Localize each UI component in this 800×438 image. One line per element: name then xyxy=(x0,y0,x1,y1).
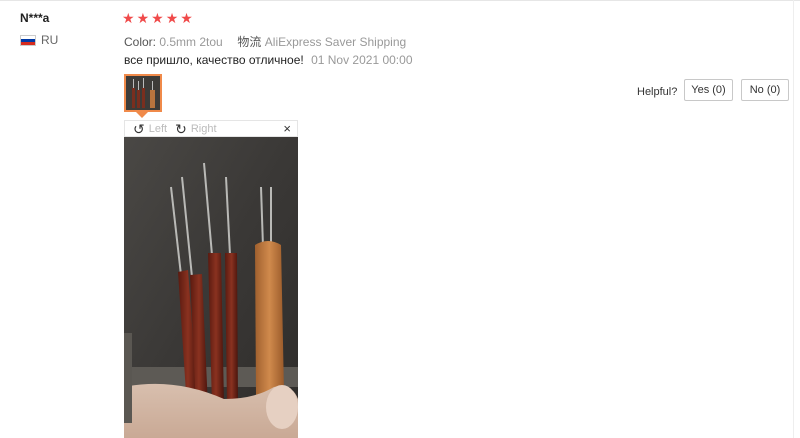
star-rating: ★ ★ ★ ★ ★ xyxy=(122,10,193,26)
reviewer-country: RU xyxy=(20,33,58,47)
helpful-no-button[interactable]: No (0) xyxy=(741,79,789,101)
rotate-left-icon: ↺ xyxy=(133,120,145,137)
crochet-hooks-photo xyxy=(124,137,298,438)
review-photo-thumbnail[interactable] xyxy=(124,74,162,112)
review-attributes: Color: 0.5mm 2tou 物流 AliExpress Saver Sh… xyxy=(124,33,406,50)
review-photo-large xyxy=(124,137,298,438)
star-icon: ★ xyxy=(151,10,164,26)
close-icon[interactable]: × xyxy=(283,121,291,136)
thumbnail-image xyxy=(126,76,160,110)
review-date: 01 Nov 2021 00:00 xyxy=(311,53,413,67)
country-code: RU xyxy=(41,33,59,47)
shipping-attr-value: AliExpress Saver Shipping xyxy=(264,35,407,49)
rotate-right-button[interactable]: ↻ Right xyxy=(175,122,216,136)
review-feedback: все пришло, качество отличное! 01 Nov 20… xyxy=(124,53,413,67)
star-icon: ★ xyxy=(122,10,135,26)
star-icon: ★ xyxy=(165,10,179,26)
rotate-left-label: Left xyxy=(148,122,168,135)
color-attr-label: Color: xyxy=(124,35,157,49)
rotate-right-label: Right xyxy=(190,122,217,135)
color-attr-value: 0.5mm 2tou xyxy=(159,35,223,49)
helpful-yes-button[interactable]: Yes (0) xyxy=(684,79,733,101)
rotate-left-button[interactable]: ↺ Left xyxy=(133,122,167,136)
reviewer-name: N***a xyxy=(20,11,50,25)
shipping-attr-label: 物流 xyxy=(237,35,262,49)
flag-icon xyxy=(20,34,36,46)
helpful-label: Helpful? xyxy=(637,86,678,98)
photo-viewer-toolbar: ↺ Left ↻ Right × xyxy=(124,120,298,137)
top-divider xyxy=(0,0,800,1)
right-divider xyxy=(793,0,794,438)
star-icon: ★ xyxy=(180,10,193,26)
thumbnail-pointer xyxy=(136,112,148,118)
feedback-text: все пришло, качество отличное! xyxy=(124,53,304,67)
star-icon: ★ xyxy=(136,10,150,26)
rotate-right-icon: ↻ xyxy=(175,120,187,137)
